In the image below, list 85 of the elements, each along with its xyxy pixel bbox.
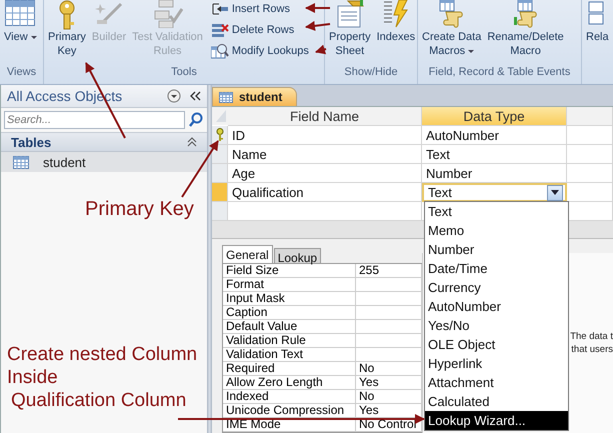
ribbon-button[interactable]: Indexes [374,0,418,44]
property-name: Input Mask [223,292,356,306]
arrow [305,20,330,31]
ribbon-button[interactable]: Primary Key [46,0,88,58]
document-tab[interactable]: student [212,87,298,106]
property-name: Validation Text [223,348,356,362]
column-header: Data Type [422,107,567,126]
group-label: Field, Record & Table Events [428,65,572,80]
property-name: Indexed [223,390,356,404]
magic-wand-icon [95,0,124,26]
column-header: Field Name [228,107,422,126]
ribbon-button[interactable]: Insert Rows [208,0,311,17]
property-sheet-icon [336,0,364,28]
table-cell [567,164,613,183]
nav-item[interactable]: student [1,152,207,172]
property-name: Unicode Compression [223,404,356,418]
ribbon-button[interactable]: View [2,0,39,44]
lightning-icon [382,0,409,28]
help-text: that users [571,343,613,356]
property-tab[interactable]: Lookup [274,248,322,263]
ribbon-button[interactable]: Delete Rows [208,21,311,38]
delete-rows-icon [210,22,229,36]
table-icon [5,0,36,26]
list-option[interactable]: Number [425,240,568,259]
dropdown-button[interactable] [547,184,563,200]
table-cell: Age [228,164,422,183]
annotation-text: Create nested Column [7,343,198,366]
ribbon-button[interactable]: Rela [584,0,611,44]
ribbon-button[interactable]: Modify Lookups [208,42,311,59]
key-icon [216,128,224,142]
annotation-text: Primary Key [85,197,194,221]
arrow [181,140,219,198]
flowchart-icon [152,0,182,28]
column-header [567,107,613,126]
property-name: Required [223,362,356,376]
annotation-text: Inside [7,366,59,389]
magnifier-table-icon [210,42,229,58]
group-label: Views [6,65,38,80]
table-cell: AutoNumber [422,126,567,145]
list-option[interactable]: Currency [425,278,568,297]
property-name: Default Value [223,320,356,334]
list-option[interactable]: Yes/No [425,316,568,335]
list-option[interactable]: Calculated [425,392,568,411]
insert-rows-icon [210,2,229,16]
table-icon [219,92,233,102]
arrow [305,3,330,13]
table-cell [567,183,613,202]
group-label: Tools [170,65,198,80]
table-cell [567,126,613,145]
property-name: Caption [223,306,356,320]
property-name: Field Size [223,264,356,278]
group-label: Show/Hide [343,65,399,80]
property-name: Allow Zero Length [223,376,356,390]
table-cell: Name [228,145,422,164]
list-option[interactable]: AutoNumber [425,297,568,316]
list-option[interactable]: Lookup Wizard... [425,411,568,430]
list-option[interactable]: Attachment [425,373,568,392]
table-icon [13,156,29,168]
table-cell: Qualification [228,183,422,202]
property-name: IME Mode [223,418,356,432]
list-option[interactable]: Text [425,202,568,221]
help-text: The data t [570,330,613,343]
list-option[interactable]: OLE Object [425,335,568,354]
dropdown-icon[interactable] [167,89,181,103]
table-cell: Number [422,164,567,183]
list-option[interactable]: Hyperlink [425,354,568,373]
ribbon-button[interactable]: Property Sheet [327,0,373,58]
property-tab[interactable]: General [222,245,273,263]
list-option[interactable]: Date/Time [425,259,568,278]
search-icon [188,112,204,128]
caret-icon [551,190,559,195]
ribbon-button[interactable]: Rename/Delete Macro [485,0,566,58]
table-cell [567,145,613,164]
list-option[interactable]: Memo [425,221,568,240]
group-header[interactable]: Tables [1,132,207,152]
property-name: Format [223,278,356,292]
arrow [315,44,326,54]
property-name: Validation Rule [223,334,356,348]
row-selector[interactable] [212,126,228,145]
annotation-text: Qualification Column [10,389,188,412]
table-cell: Text [422,145,567,164]
ribbon-button[interactable]: Create Data Macros [420,0,484,58]
table-cell: ID [228,126,422,145]
search-field[interactable]: Search... [4,111,185,129]
select-all-icon [212,107,228,125]
